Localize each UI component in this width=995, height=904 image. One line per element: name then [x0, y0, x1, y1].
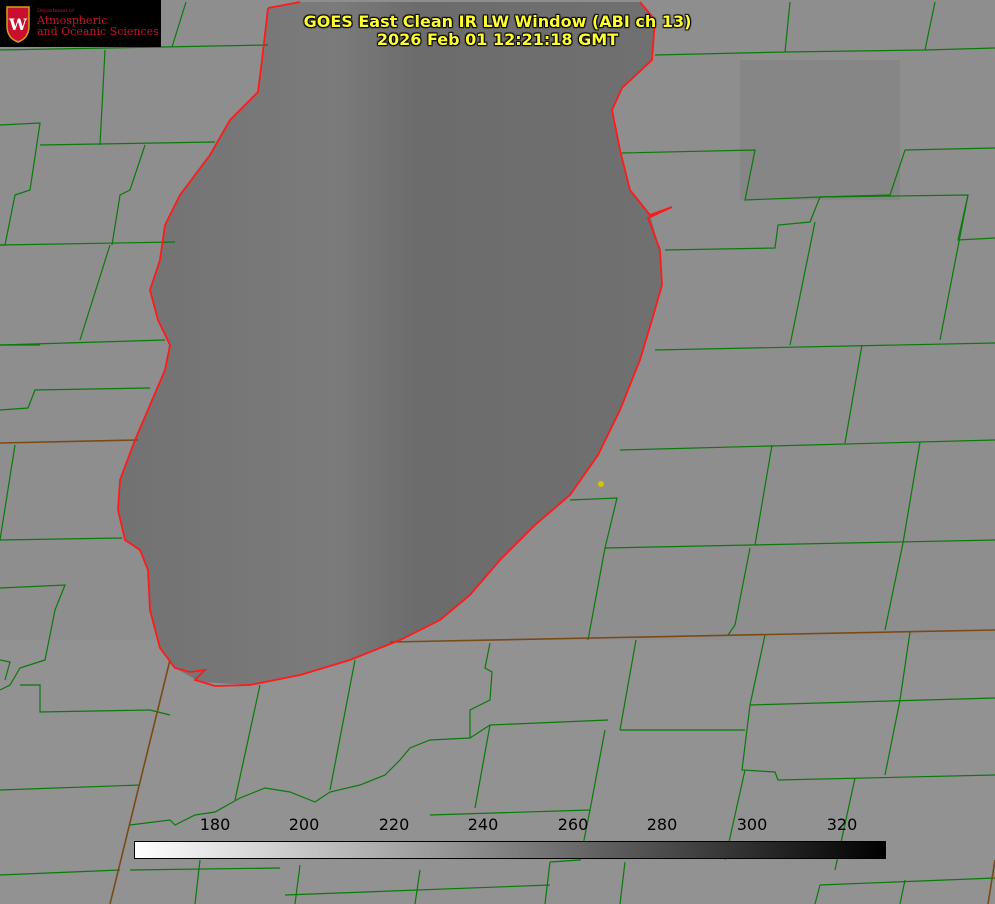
colorbar-tick-labels: 180 200 220 240 260 280 300 320 [0, 815, 995, 835]
colorbar-tick-label: 180 [199, 815, 231, 834]
colorbar-tick-label: 200 [288, 815, 320, 834]
colorbar-tick-label: 300 [736, 815, 768, 834]
temperature-colorbar [134, 841, 886, 859]
colorbar-tick-label: 320 [826, 815, 858, 834]
colorbar-tick-label: 280 [646, 815, 678, 834]
colorbar-tick-label: 260 [557, 815, 589, 834]
map-timestamp: 2026 Feb 01 12:21:18 GMT [376, 30, 619, 49]
map-title: GOES East Clean IR LW Window (ABI ch 13) [303, 12, 692, 31]
location-marker [598, 481, 604, 487]
colorbar-tick-label: 220 [378, 815, 410, 834]
satellite-map [0, 0, 995, 904]
colorbar-tick-label: 240 [467, 815, 499, 834]
